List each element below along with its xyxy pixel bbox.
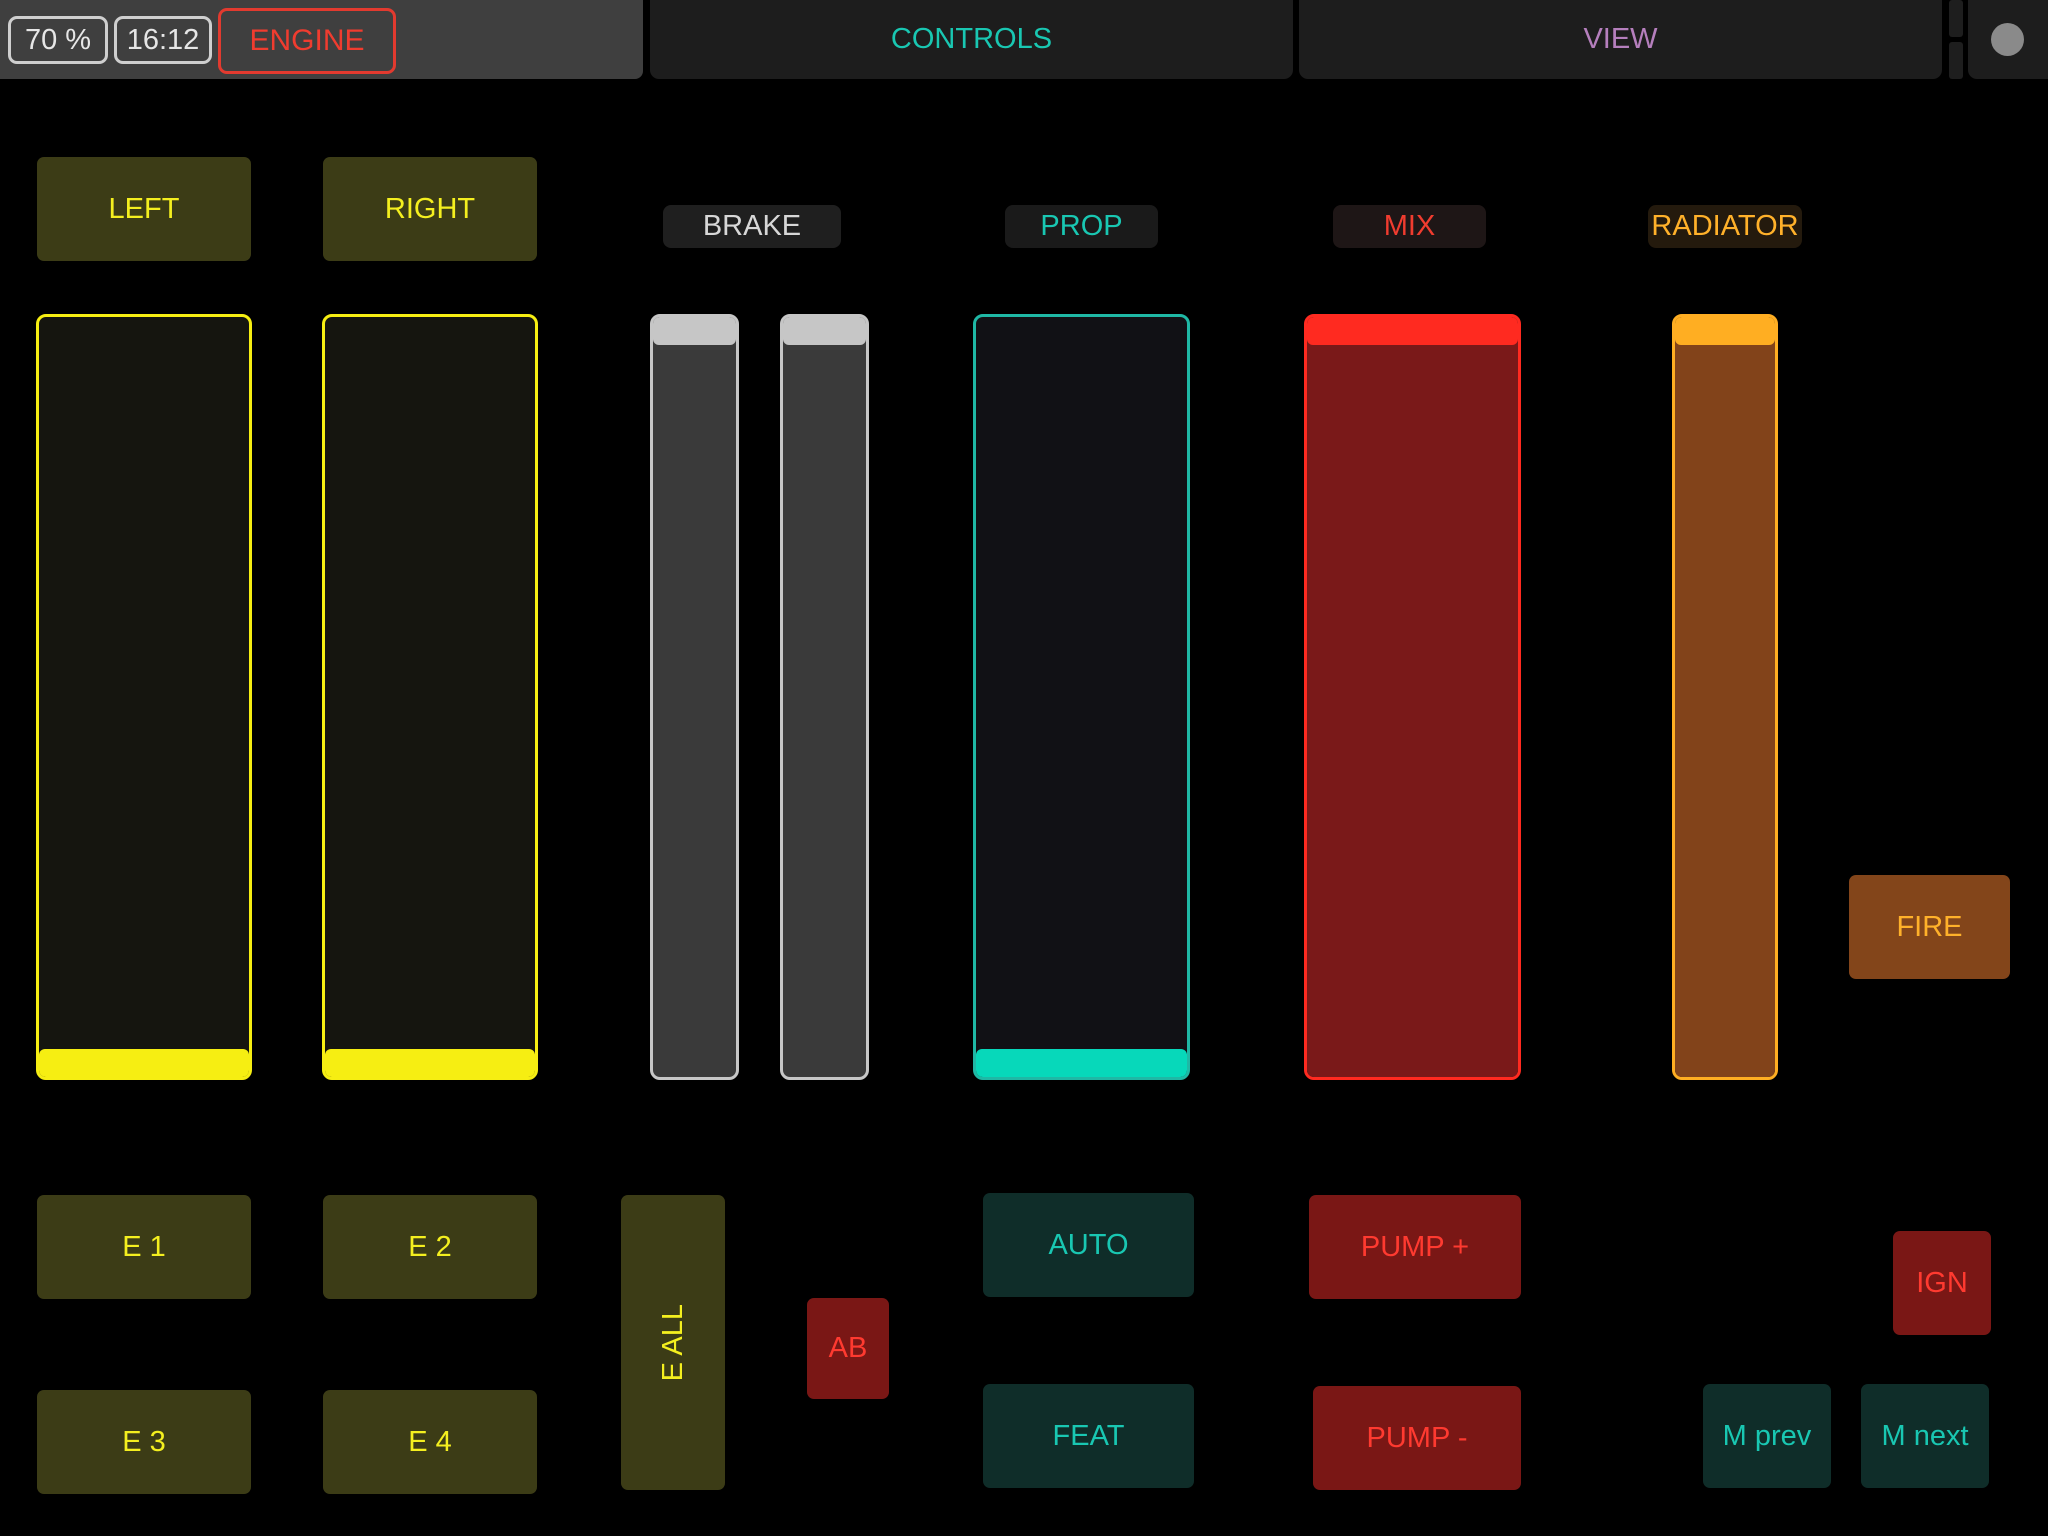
fire-button[interactable]: FIRE: [1849, 875, 2010, 979]
mix-handle[interactable]: [1307, 317, 1518, 345]
brake-left-slider[interactable]: [650, 314, 739, 1080]
left-button[interactable]: LEFT: [37, 157, 251, 261]
mix-fill: [1307, 331, 1518, 1077]
brake-label: BRAKE: [663, 205, 841, 248]
ign-button[interactable]: IGN: [1893, 1231, 1991, 1335]
prop-handle[interactable]: [976, 1049, 1187, 1077]
e2-button[interactable]: E 2: [323, 1195, 537, 1299]
right-throttle-slider[interactable]: [322, 314, 538, 1080]
m-prev-button[interactable]: M prev: [1703, 1384, 1831, 1488]
radiator-slider[interactable]: [1672, 314, 1778, 1080]
auto-button[interactable]: AUTO: [983, 1193, 1194, 1297]
prop-slider[interactable]: [973, 314, 1190, 1080]
record-dot-icon: [1991, 23, 2024, 56]
e3-button[interactable]: E 3: [37, 1390, 251, 1494]
page-indicator-bottom: [1949, 42, 1963, 79]
radiator-fill: [1675, 331, 1775, 1077]
menu-button[interactable]: [1968, 0, 2048, 79]
mix-label: MIX: [1333, 205, 1486, 248]
mix-slider[interactable]: [1304, 314, 1521, 1080]
zoom-indicator[interactable]: 70 %: [8, 16, 108, 64]
pump-minus-button[interactable]: PUMP -: [1313, 1386, 1521, 1490]
engine-tab[interactable]: ENGINE: [218, 8, 396, 74]
e-all-label: E ALL: [656, 1303, 689, 1382]
e4-button[interactable]: E 4: [323, 1390, 537, 1494]
tab-controls[interactable]: CONTROLS: [650, 0, 1293, 79]
tab-view[interactable]: VIEW: [1299, 0, 1942, 79]
right-button[interactable]: RIGHT: [323, 157, 537, 261]
left-throttle-slider[interactable]: [36, 314, 252, 1080]
radiator-label: RADIATOR: [1648, 205, 1802, 248]
brake-left-handle[interactable]: [653, 317, 736, 345]
left-throttle-handle[interactable]: [39, 1049, 249, 1077]
right-throttle-handle[interactable]: [325, 1049, 535, 1077]
brake-right-handle[interactable]: [783, 317, 866, 345]
prop-label: PROP: [1005, 205, 1158, 248]
brake-right-slider[interactable]: [780, 314, 869, 1080]
page-indicator-top: [1949, 0, 1963, 37]
ab-button[interactable]: AB: [807, 1298, 889, 1399]
feat-button[interactable]: FEAT: [983, 1384, 1194, 1488]
m-next-button[interactable]: M next: [1861, 1384, 1989, 1488]
pump-plus-button[interactable]: PUMP +: [1309, 1195, 1521, 1299]
radiator-handle[interactable]: [1675, 317, 1775, 345]
e1-button[interactable]: E 1: [37, 1195, 251, 1299]
e-all-button[interactable]: E ALL: [621, 1195, 725, 1490]
time-indicator: 16:12: [114, 16, 212, 64]
